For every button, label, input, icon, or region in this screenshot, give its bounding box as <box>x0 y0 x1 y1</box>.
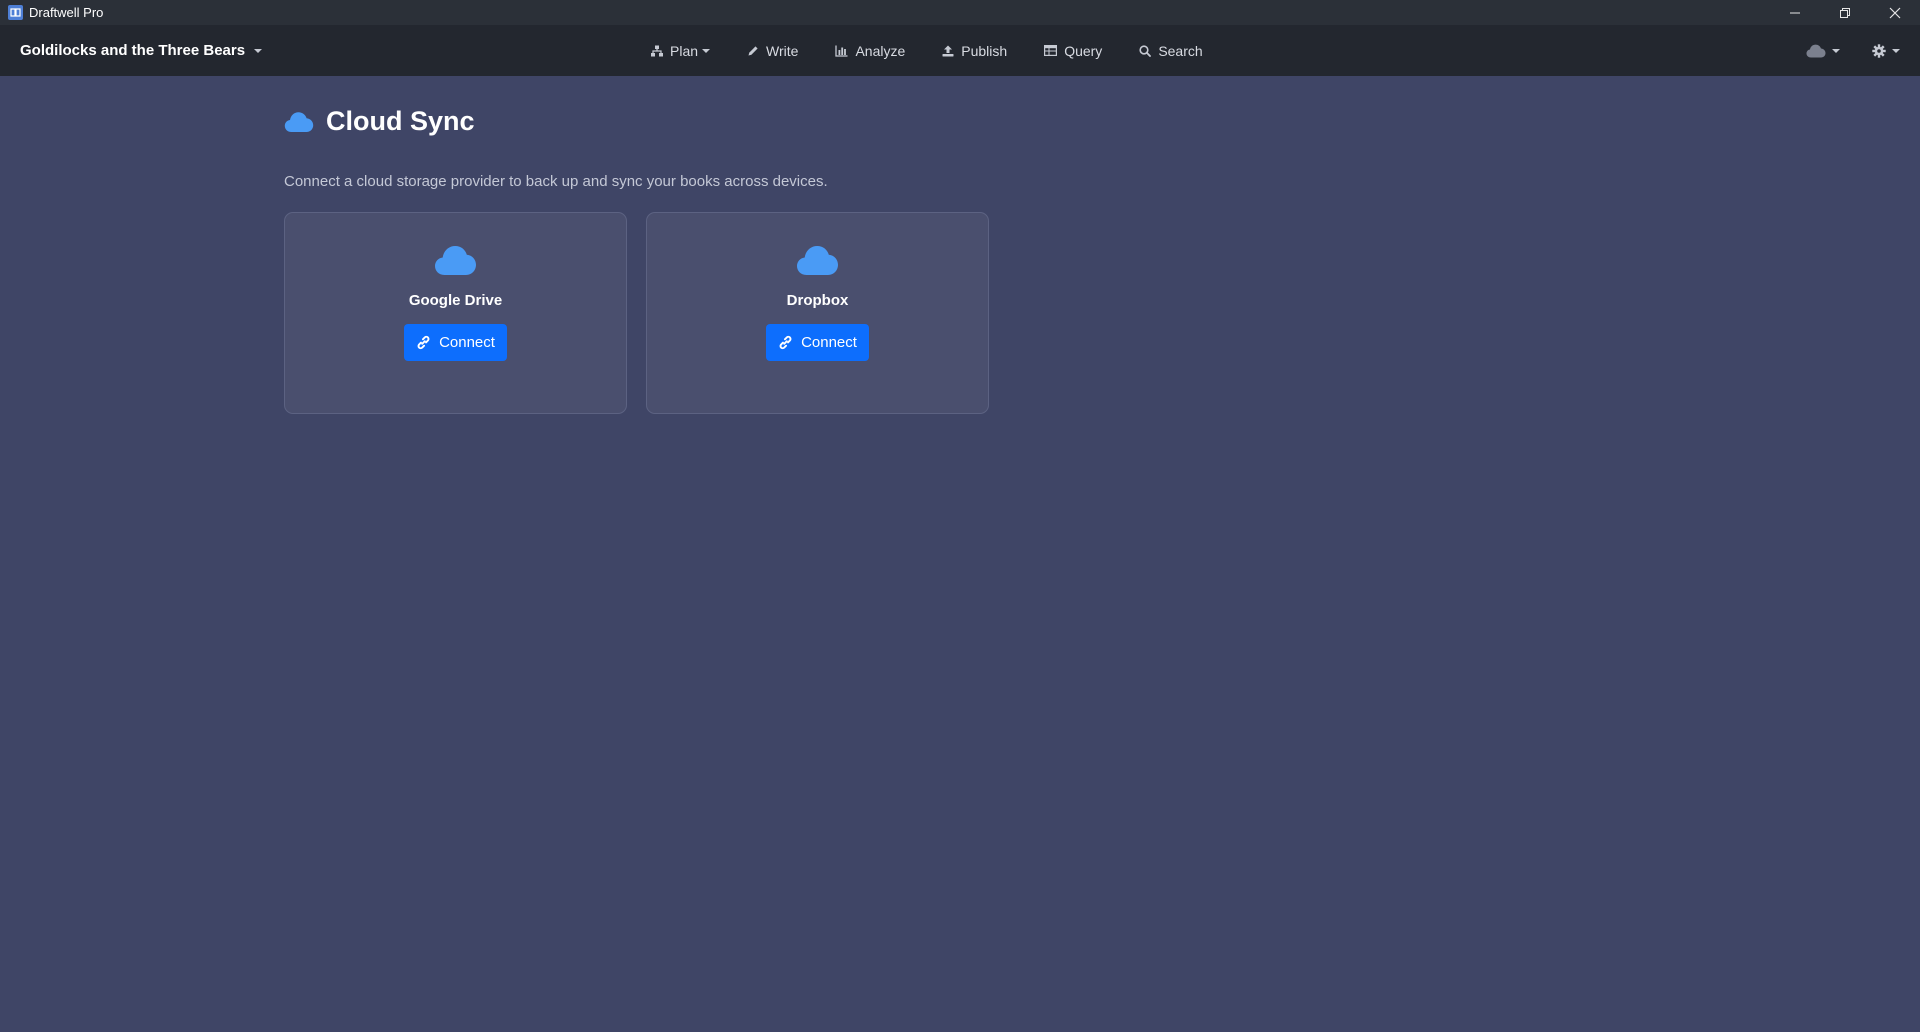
nav-search-label: Search <box>1158 42 1203 59</box>
nav-write[interactable]: Write <box>747 25 798 76</box>
close-button[interactable] <box>1870 0 1920 25</box>
link-icon <box>779 335 792 350</box>
project-switcher[interactable]: Goldilocks and the Three Bears <box>20 25 263 76</box>
bar-chart-icon <box>835 45 848 57</box>
nav-query[interactable]: Query <box>1044 25 1102 76</box>
upload-icon <box>942 45 954 56</box>
search-icon <box>1139 44 1152 57</box>
nav-publish-label: Publish <box>961 42 1008 59</box>
connect-button-label: Connect <box>801 334 857 351</box>
nav-publish[interactable]: Publish <box>942 25 1007 76</box>
link-icon <box>417 335 430 350</box>
minimize-button[interactable] <box>1770 0 1820 25</box>
cloud-icon <box>284 111 314 132</box>
window-titlebar: Draftwell Pro <box>0 0 1920 25</box>
cloud-icon <box>797 246 838 275</box>
project-title: Goldilocks and the Three Bears <box>20 42 246 59</box>
minimize-icon <box>1790 12 1800 13</box>
main-nav: Plan Write Analyze Publish Query Search <box>651 25 1203 76</box>
nav-search[interactable]: Search <box>1139 25 1203 76</box>
pencil-icon <box>748 45 758 55</box>
connect-dropbox-button[interactable]: Connect <box>766 324 869 361</box>
page-description: Connect a cloud storage provider to back… <box>284 173 828 190</box>
cloud-icon <box>435 246 476 275</box>
top-navbar: Goldilocks and the Three Bears Plan Writ… <box>0 25 1920 76</box>
nav-query-label: Query <box>1064 42 1103 59</box>
gear-icon <box>1872 43 1886 58</box>
provider-name: Google Drive <box>408 292 503 309</box>
close-icon <box>1889 7 1901 18</box>
nav-plan-label: Plan <box>670 42 699 59</box>
page-header: Cloud Sync <box>284 106 1484 137</box>
chevron-down-icon <box>1892 48 1900 53</box>
provider-name: Dropbox <box>786 292 849 309</box>
main-content: Cloud Sync Connect a cloud storage provi… <box>284 76 1484 414</box>
nav-analyze[interactable]: Analyze <box>835 25 905 76</box>
connect-google-drive-button[interactable]: Connect <box>404 324 507 361</box>
settings-menu-button[interactable] <box>1872 43 1900 58</box>
sitemap-icon <box>651 45 663 56</box>
nav-analyze-label: Analyze <box>855 42 906 59</box>
window-controls <box>1770 0 1920 25</box>
cloud-menu-button[interactable] <box>1806 44 1840 58</box>
app-title: Draftwell Pro <box>29 5 104 20</box>
provider-card-google-drive: Google Drive Connect <box>284 212 627 414</box>
provider-cards: Google Drive Connect Dropbox Connect <box>284 212 1484 414</box>
page-title: Cloud Sync <box>326 106 475 136</box>
connect-button-label: Connect <box>439 334 495 351</box>
restore-button[interactable] <box>1820 0 1870 25</box>
cloud-icon <box>1806 44 1826 57</box>
app-logo-icon <box>8 5 23 20</box>
restore-icon <box>1840 7 1850 18</box>
chevron-down-icon <box>254 48 263 53</box>
table-icon <box>1044 45 1058 56</box>
chevron-down-icon <box>1832 48 1840 53</box>
nav-write-label: Write <box>766 42 799 59</box>
navbar-right <box>1806 25 1900 76</box>
nav-plan[interactable]: Plan <box>651 25 711 76</box>
provider-card-dropbox: Dropbox Connect <box>646 212 989 414</box>
chevron-down-icon <box>702 48 711 53</box>
